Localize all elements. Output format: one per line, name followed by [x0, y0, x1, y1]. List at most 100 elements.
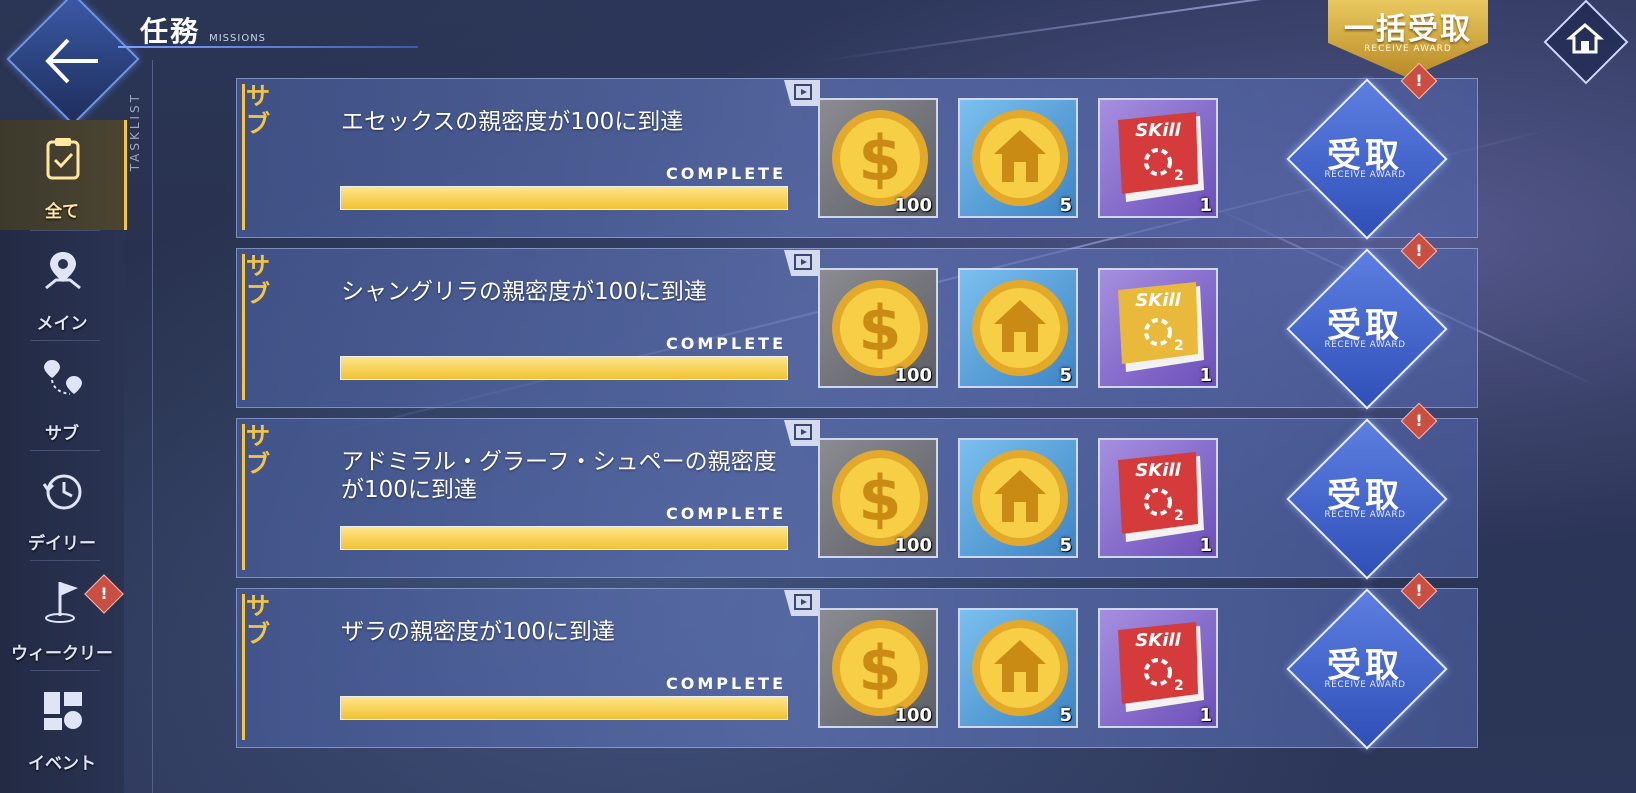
mission-row: サブ エセックスの親密度が100に到達 COMPLETE $ 100 5 SKi…	[236, 62, 1478, 240]
receive-award-button[interactable]: 受取 RECEIVE AWARD	[1286, 78, 1448, 240]
claim-sub: RECEIVE AWARD	[1324, 680, 1406, 690]
reward-oil[interactable]: 5	[958, 98, 1078, 218]
bulk-claim-label: 一括受取	[1344, 12, 1472, 47]
progress-bar	[340, 526, 788, 550]
reward-quantity: 5	[1059, 195, 1072, 216]
mission-type-tag: サブ	[246, 592, 270, 648]
oil-home-coin-icon	[972, 110, 1068, 206]
oil-home-coin-icon	[972, 620, 1068, 716]
mission-row: サブ ザラの親密度が100に到達 COMPLETE $ 100 5 SKill …	[236, 572, 1478, 750]
claim-sub: RECEIVE AWARD	[1324, 340, 1406, 350]
progress-fill	[341, 697, 787, 719]
sidebar-item-event[interactable]: イベント	[0, 672, 124, 782]
skill-book-red-icon: SKill 2	[1118, 452, 1204, 542]
bulk-claim-button[interactable]: 一括受取 RECEIVE AWARD	[1328, 0, 1488, 78]
sidebar-item-all[interactable]: 全て	[0, 120, 127, 230]
page-title: 任務 MISSIONS	[140, 10, 266, 50]
sidebar-item-label: サブ	[45, 424, 79, 444]
reward-quantity: 5	[1059, 365, 1072, 386]
svg-text:SKill: SKill	[1135, 460, 1181, 481]
home-icon[interactable]	[1566, 20, 1604, 58]
mission-status: COMPLETE	[666, 674, 786, 693]
svg-text:$: $	[858, 462, 901, 535]
divider	[30, 560, 100, 561]
mission-type-tag: サブ	[246, 422, 270, 478]
reward-quantity: 100	[894, 365, 932, 386]
reward-oil[interactable]: 5	[958, 608, 1078, 728]
reward-quantity: 5	[1059, 705, 1072, 726]
progress-bar	[340, 356, 788, 380]
reward-skill-book[interactable]: SKill 2 1	[1098, 438, 1218, 558]
reward-skill-book[interactable]: SKill 2 1	[1098, 98, 1218, 218]
row-accent	[242, 594, 245, 740]
svg-text:2: 2	[1174, 168, 1184, 184]
progress-fill	[341, 187, 787, 209]
divider	[152, 60, 153, 793]
claim-sub: RECEIVE AWARD	[1324, 510, 1406, 520]
skill-book-yellow-icon: SKill 2	[1118, 282, 1204, 372]
svg-text:2: 2	[1174, 338, 1184, 354]
sidebar-item-label: デイリー	[28, 534, 96, 554]
top-bar: 任務 MISSIONS 一括受取 RECEIVE AWARD	[0, 0, 1636, 126]
sidebar-item-sub[interactable]: サブ	[0, 342, 124, 452]
tasklist-label: TASKLIST	[128, 92, 152, 212]
receive-award-button[interactable]: 受取 RECEIVE AWARD	[1286, 248, 1448, 410]
alert-icon: !	[1415, 411, 1423, 430]
page-title-text: 任務	[140, 15, 201, 48]
sidebar-item-daily[interactable]: デイリー	[0, 452, 124, 562]
reward-gold[interactable]: $ 100	[818, 608, 938, 728]
reward-quantity: 100	[894, 535, 932, 556]
mission-title: アドミラル・グラーフ・シュペーの親密度が100に到達	[341, 449, 777, 503]
alert-icon: !	[1415, 71, 1423, 90]
flag-icon	[45, 582, 78, 623]
reward-quantity: 1	[1199, 535, 1212, 556]
sidebar-item-main[interactable]: メイン	[0, 232, 124, 342]
svg-text:SKill: SKill	[1135, 290, 1181, 311]
mission-type-tag: サブ	[246, 252, 270, 308]
svg-text:SKill: SKill	[1135, 120, 1181, 141]
row-accent	[242, 424, 245, 570]
progress-bar	[340, 696, 788, 720]
sidebar-item-label: メイン	[36, 314, 88, 334]
reward-gold[interactable]: $ 100	[818, 438, 938, 558]
reward-quantity: 1	[1199, 365, 1212, 386]
receive-award-button[interactable]: 受取 RECEIVE AWARD	[1286, 588, 1448, 750]
sidebar-item-label: ウィークリー	[11, 644, 113, 664]
history-clock-icon	[42, 474, 82, 510]
divider	[30, 340, 100, 341]
reward-skill-book[interactable]: SKill 2 1	[1098, 268, 1218, 388]
clipboard-check-icon	[46, 138, 80, 180]
progress-bar	[340, 186, 788, 210]
map-pin-icon	[45, 252, 81, 290]
oil-home-coin-icon	[972, 450, 1068, 546]
reward-skill-book[interactable]: SKill 2 1	[1098, 608, 1218, 728]
tasklist-text: TASKLIST	[128, 92, 142, 172]
reward-quantity: 100	[894, 705, 932, 726]
receive-award-button[interactable]: 受取 RECEIVE AWARD	[1286, 418, 1448, 580]
alert-icon: !	[1415, 581, 1423, 600]
event-grid-icon	[44, 692, 82, 730]
sidebar-item-label: イベント	[28, 754, 96, 774]
progress-fill	[341, 527, 787, 549]
mission-status: COMPLETE	[666, 504, 786, 523]
alert-icon: !	[1415, 241, 1423, 260]
back-arrow-icon[interactable]	[40, 28, 106, 94]
reward-oil[interactable]: 5	[958, 268, 1078, 388]
svg-text:$: $	[858, 632, 901, 705]
reward-gold[interactable]: $ 100	[818, 98, 938, 218]
svg-text:2: 2	[1174, 678, 1184, 694]
mission-title: シャングリラの親密度が100に到達	[341, 279, 707, 305]
reward-quantity: 100	[894, 195, 932, 216]
reward-quantity: 5	[1059, 535, 1072, 556]
svg-text:2: 2	[1174, 508, 1184, 524]
page-subtitle: MISSIONS	[209, 33, 267, 44]
mission-title: ザラの親密度が100に到達	[341, 619, 615, 645]
skill-book-red-icon: SKill 2	[1118, 622, 1204, 712]
reward-quantity: 1	[1199, 705, 1212, 726]
mission-title: エセックスの親密度が100に到達	[341, 109, 684, 135]
row-accent	[242, 254, 245, 400]
svg-text:$: $	[858, 122, 901, 195]
skill-book-red-icon: SKill 2	[1118, 112, 1204, 202]
reward-oil[interactable]: 5	[958, 438, 1078, 558]
reward-gold[interactable]: $ 100	[818, 268, 938, 388]
